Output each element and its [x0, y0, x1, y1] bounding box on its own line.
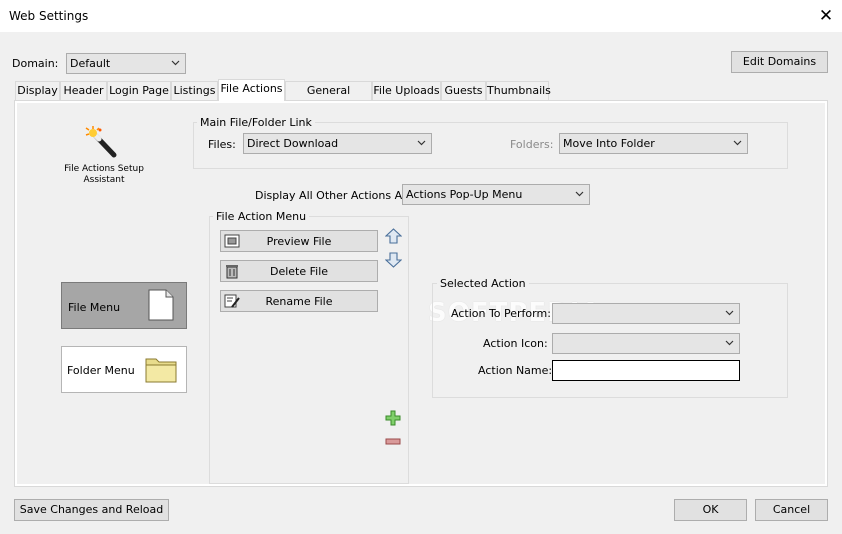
display-other-value: Actions Pop-Up Menu [406, 188, 523, 201]
chevron-down-icon [725, 340, 734, 346]
file-menu-label: File Menu [68, 301, 121, 314]
assistant-label: File Actions Setup Assistant [58, 164, 150, 186]
assistant-label-line1: File Actions Setup [64, 164, 144, 174]
remove-icon[interactable] [385, 437, 401, 447]
chevron-down-icon [171, 60, 180, 66]
tab-display[interactable]: Display [15, 81, 60, 100]
folders-select[interactable]: Move Into Folder [559, 133, 748, 154]
domain-select[interactable]: Default [66, 53, 186, 74]
chevron-down-icon [725, 310, 734, 316]
tab-thumbnails[interactable]: Thumbnails [486, 81, 551, 100]
assistant-label-line2: Assistant [83, 175, 125, 185]
tab-general-actions[interactable]: General Actions [285, 81, 372, 115]
tab-file-uploads[interactable]: File Uploads [372, 81, 441, 100]
selected-action-legend: Selected Action [437, 277, 529, 290]
files-select[interactable]: Direct Download [243, 133, 432, 154]
tab-listings[interactable]: Listings [171, 81, 218, 100]
file-icon [148, 289, 174, 321]
close-icon[interactable]: ✕ [816, 6, 836, 26]
tab-login-page[interactable]: Login Page [107, 81, 171, 100]
chevron-down-icon [733, 140, 742, 146]
edit-domains-button[interactable]: Edit Domains [731, 51, 828, 73]
title-bar [0, 0, 842, 32]
assistant-button[interactable] [84, 126, 120, 160]
delete-file-button[interactable]: Delete File [220, 260, 378, 282]
tab-header[interactable]: Header [60, 81, 107, 100]
domain-value: Default [70, 57, 111, 70]
window-title: Web Settings [9, 9, 89, 23]
cancel-button[interactable]: Cancel [755, 499, 828, 521]
file-menu-tile[interactable]: File Menu [61, 282, 187, 329]
folders-label: Folders: [510, 138, 554, 151]
file-action-menu-group [209, 216, 409, 484]
add-icon[interactable] [385, 410, 401, 426]
folder-menu-label: Folder Menu [67, 364, 135, 377]
ok-button[interactable]: OK [674, 499, 747, 521]
display-other-select[interactable]: Actions Pop-Up Menu [402, 184, 590, 205]
action-icon-select[interactable] [552, 333, 740, 354]
delete-file-label: Delete File [269, 265, 329, 278]
rename-file-button[interactable]: Rename File [220, 290, 378, 312]
tab-guests[interactable]: Guests [441, 81, 486, 100]
chevron-down-icon [575, 191, 584, 197]
main-link-legend: Main File/Folder Link [197, 116, 315, 129]
file-action-menu-legend: File Action Menu [213, 210, 310, 223]
tab-file-actions[interactable]: File Actions [218, 79, 285, 101]
action-icon-label: Action Icon: [483, 337, 548, 350]
rename-file-label: Rename File [265, 295, 333, 308]
folders-value: Move Into Folder [563, 137, 655, 150]
preview-file-button[interactable]: Preview File [220, 230, 378, 252]
move-up-icon[interactable] [385, 228, 402, 244]
folder-icon [145, 358, 177, 383]
display-other-label: Display All Other Actions As: [255, 189, 412, 202]
files-value: Direct Download [247, 137, 339, 150]
magic-wand-icon [85, 126, 117, 158]
action-name-input[interactable] [552, 360, 740, 381]
domain-label: Domain: [12, 57, 59, 70]
action-perform-select[interactable] [552, 303, 740, 324]
action-name-label: Action Name: [478, 364, 553, 377]
action-perform-label: Action To Perform: [451, 307, 551, 320]
folder-menu-tile[interactable]: Folder Menu [61, 346, 187, 393]
files-label: Files: [208, 138, 236, 151]
chevron-down-icon [417, 140, 426, 146]
preview-file-label: Preview File [266, 235, 332, 248]
move-down-icon[interactable] [385, 252, 402, 268]
save-reload-button[interactable]: Save Changes and Reload [14, 499, 169, 521]
